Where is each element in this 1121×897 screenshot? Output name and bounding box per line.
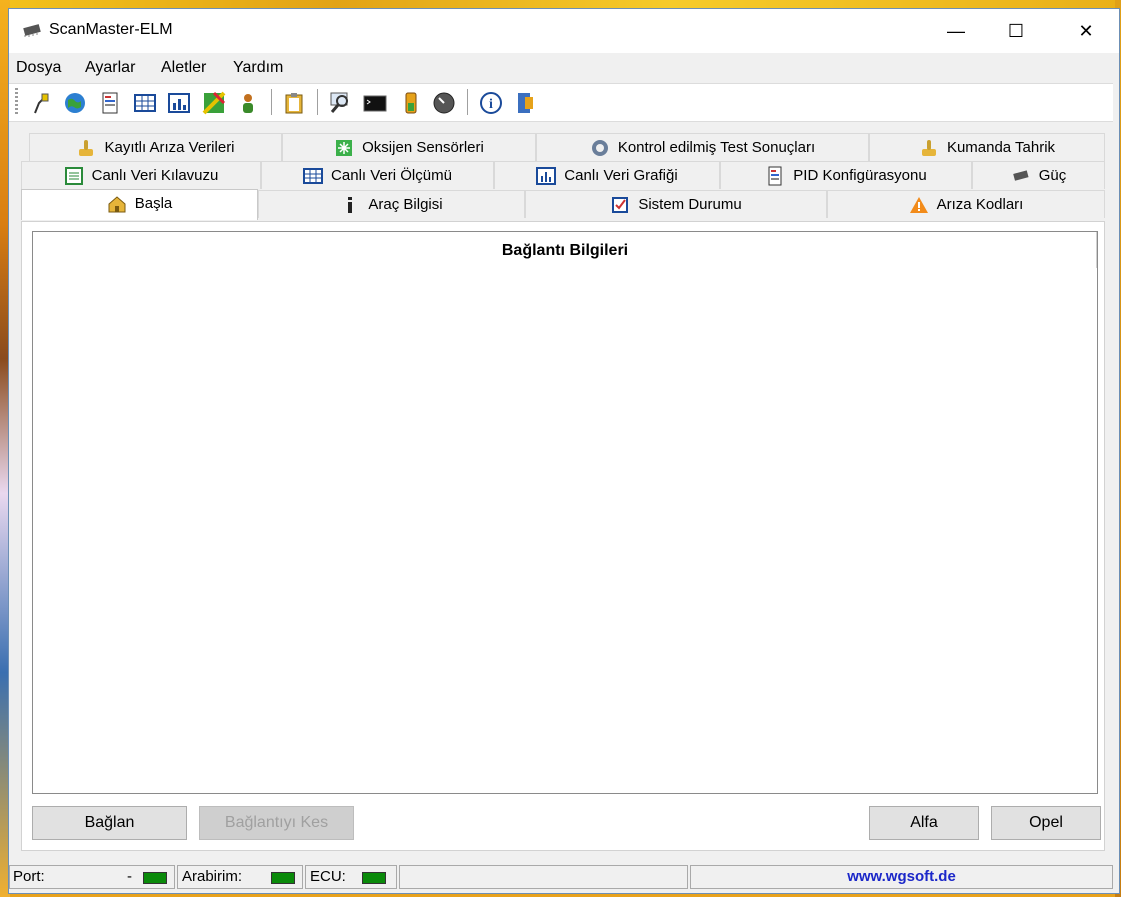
title-bar[interactable]: ScanMaster-ELM — ☐ ✕ — [9, 9, 1119, 53]
connect-button[interactable]: Bağlan — [32, 806, 187, 840]
status-empty — [399, 865, 688, 889]
menu-yardim[interactable]: Yardım — [233, 59, 283, 77]
close-button[interactable]: ✕ — [1063, 9, 1109, 53]
tab-pid-konfigurasyonu[interactable]: PID Konfigürasyonu — [720, 161, 972, 189]
checkbox-icon — [612, 197, 629, 214]
tab-label: Kayıtlı Arıza Verileri — [104, 139, 235, 156]
toolbar-separator — [317, 89, 318, 115]
tab-guc[interactable]: Güç — [972, 161, 1105, 189]
document-icon — [768, 166, 782, 186]
tab-ariza-kodlari[interactable]: Arıza Kodları — [827, 190, 1105, 218]
gauge-icon[interactable] — [432, 91, 456, 115]
clipboard-icon[interactable] — [282, 91, 306, 115]
joystick-icon — [79, 140, 94, 157]
alfa-button[interactable]: Alfa — [869, 806, 979, 840]
tab-label: Kontrol edilmiş Test Sonuçları — [617, 139, 816, 156]
window-title: ScanMaster-ELM — [49, 21, 173, 38]
joystick-icon — [921, 140, 936, 157]
interface-label: Arabirim: — [182, 868, 243, 885]
toolbar-separator — [271, 89, 272, 115]
terminal-icon[interactable] — [363, 91, 387, 115]
tab-label: Oksijen Sensörleri — [362, 139, 484, 156]
connection-info-box: Bağlantı Bilgileri — [32, 231, 1098, 794]
map-icon[interactable] — [202, 91, 226, 115]
status-ecu: ECU: — [305, 865, 397, 889]
tab-arac-bilgisi[interactable]: Araç Bilgisi — [258, 190, 525, 218]
opel-button[interactable]: Opel — [991, 806, 1101, 840]
grid-icon — [303, 168, 324, 185]
menu-ayarlar[interactable]: Ayarlar — [85, 59, 135, 77]
svg-text:i: i — [489, 97, 493, 112]
globe-icon[interactable] — [63, 91, 87, 115]
maximize-button[interactable]: ☐ — [993, 9, 1039, 53]
tab-label: Canlı Veri Kılavuzu — [91, 167, 219, 184]
list-icon — [64, 167, 83, 186]
tab-label: Canlı Veri Ölçümü — [331, 167, 452, 184]
toolbar-grip[interactable] — [15, 88, 18, 116]
status-bar: Port: - Arabirim: ECU: www.wgsoft.de — [9, 863, 1113, 891]
tab-sistem-durumu[interactable]: Sistem Durumu — [525, 190, 827, 218]
chip-icon — [23, 24, 41, 37]
tab-label: Araç Bilgisi — [368, 196, 443, 213]
gear-icon — [591, 140, 608, 157]
ecu-label: ECU: — [310, 868, 346, 885]
status-port: Port: - — [9, 865, 175, 889]
toolbar-separator — [467, 89, 468, 115]
ecu-led — [362, 872, 386, 884]
grid-icon[interactable] — [133, 91, 157, 115]
tab-oksijen-sensorleri[interactable]: Oksijen Sensörleri — [282, 133, 536, 161]
disconnect-button[interactable]: Bağlantıyı Kes — [199, 806, 354, 840]
tab-label: PID Konfigürasyonu — [793, 167, 927, 184]
port-value: - — [127, 868, 132, 885]
port-label: Port: — [13, 868, 45, 885]
interface-led — [271, 872, 295, 884]
sensor-icon — [336, 140, 353, 157]
document-icon[interactable] — [98, 91, 122, 115]
website-link[interactable]: www.wgsoft.de — [690, 865, 1113, 889]
magnifier-icon[interactable] — [329, 91, 353, 115]
tab-basla[interactable]: Başla — [21, 189, 258, 220]
home-icon — [108, 196, 126, 213]
main-window: ScanMaster-ELM — ☐ ✕ Dosya Ayarlar Aletl… — [8, 8, 1120, 894]
tab-panel-basla: Bağlantı Bilgileri Bağlan Bağlantıyı Kes… — [21, 221, 1105, 851]
tab-kayitli-ariza-verileri[interactable]: Kayıtlı Arıza Verileri — [29, 133, 282, 161]
exit-icon[interactable] — [513, 91, 537, 115]
tab-label: Arıza Kodları — [936, 196, 1024, 213]
scroll-edge — [1096, 232, 1097, 268]
battery-icon[interactable] — [399, 91, 423, 115]
status-interface: Arabirim: — [177, 865, 303, 889]
minimize-button[interactable]: — — [933, 9, 979, 53]
tab-label: Canlı Veri Grafiği — [564, 167, 678, 184]
tab-kumanda-tahrik[interactable]: Kumanda Tahrik — [869, 133, 1105, 161]
connect-plug-icon[interactable] — [29, 91, 53, 115]
port-led — [143, 872, 167, 884]
menu-aletler[interactable]: Aletler — [161, 59, 206, 77]
person-icon[interactable] — [236, 91, 260, 115]
menu-dosya[interactable]: Dosya — [16, 59, 61, 77]
connection-info-title: Bağlantı Bilgileri — [501, 242, 629, 259]
tab-canli-veri-kilavuzu[interactable]: Canlı Veri Kılavuzu — [21, 161, 261, 189]
bar-chart-icon[interactable] — [167, 91, 191, 115]
warning-icon — [909, 197, 928, 214]
tab-label: Sistem Durumu — [638, 196, 742, 213]
toolbar: i — [9, 83, 1113, 122]
tab-label: Başla — [134, 195, 173, 212]
tab-label: Güç — [1038, 167, 1067, 184]
tab-canli-veri-olcumu[interactable]: Canlı Veri Ölçümü — [261, 161, 494, 189]
bar-chart-icon — [536, 167, 557, 186]
tab-label: Kumanda Tahrik — [946, 139, 1056, 156]
tab-kontrol-edilmis-test-sonuclari[interactable]: Kontrol edilmiş Test Sonuçları — [536, 133, 869, 161]
chip-icon — [1012, 170, 1029, 181]
info-icon[interactable]: i — [479, 91, 503, 115]
menu-bar: Dosya Ayarlar Aletler Yardım — [9, 53, 1119, 83]
tab-canli-veri-grafigi[interactable]: Canlı Veri Grafiği — [494, 161, 720, 189]
info-i-icon — [348, 197, 353, 214]
